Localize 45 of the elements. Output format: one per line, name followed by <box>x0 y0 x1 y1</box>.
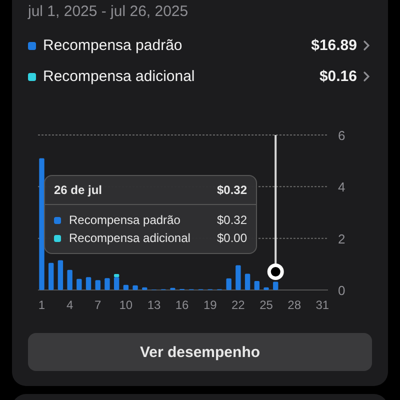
chart-bar <box>264 287 269 290</box>
x-axis-label: 7 <box>94 298 102 312</box>
chart-bar <box>273 282 278 290</box>
x-axis-label: 19 <box>203 298 217 312</box>
chart-bar <box>123 284 129 290</box>
series-label: Recompensa padrão <box>69 213 182 227</box>
view-performance-button[interactable]: Ver desempenho <box>28 333 372 371</box>
chart-bar <box>86 277 92 290</box>
chart-bar <box>236 265 241 290</box>
chart-bar <box>67 270 72 290</box>
chart-bar <box>244 274 250 290</box>
x-axis-label: 16 <box>175 298 189 312</box>
chart-bar <box>132 285 138 290</box>
chevron-icon <box>363 40 370 51</box>
y-axis-label: 4 <box>338 180 346 195</box>
x-axis-label: 10 <box>119 298 133 312</box>
series-label: Recompensa adicional <box>69 231 192 245</box>
x-axis-label: 28 <box>288 298 301 312</box>
chart-bar <box>76 278 82 290</box>
chart-bar <box>104 278 110 290</box>
tooltip-total: $0.32 <box>216 183 247 197</box>
y-axis-label: 0 <box>338 283 346 298</box>
legend-row[interactable]: Recompensa adicional $0.16 <box>28 61 372 92</box>
tooltip-title: 26 de jul <box>54 183 102 197</box>
date-range: jul 1, 2025 - jul 26, 2025 <box>28 2 190 22</box>
chart-bar <box>48 262 54 290</box>
series-value: $0.32 <box>216 213 247 227</box>
y-axis-label: 2 <box>338 231 346 246</box>
x-axis-label: 13 <box>147 298 161 312</box>
x-axis-label: 1 <box>38 298 46 312</box>
series-value: $0.00 <box>216 231 247 245</box>
chart-bar <box>58 260 64 290</box>
cursor-drawing[interactable] <box>267 135 284 280</box>
chart-bar <box>226 278 232 290</box>
x-axis-label: 4 <box>66 298 74 312</box>
x-axis-label: 25 <box>260 298 273 312</box>
chart-bar <box>95 280 100 290</box>
legend-row[interactable]: Recompensa padrão $16.89 <box>28 30 372 61</box>
chart-bar <box>254 280 260 290</box>
x-axis-label: 22 <box>232 298 245 312</box>
y-axis-label: 6 <box>338 128 346 143</box>
chart-bar <box>142 287 148 290</box>
chevron-icon <box>363 71 370 82</box>
chart-bar <box>170 288 176 290</box>
x-axis-label: 31 <box>316 298 330 312</box>
